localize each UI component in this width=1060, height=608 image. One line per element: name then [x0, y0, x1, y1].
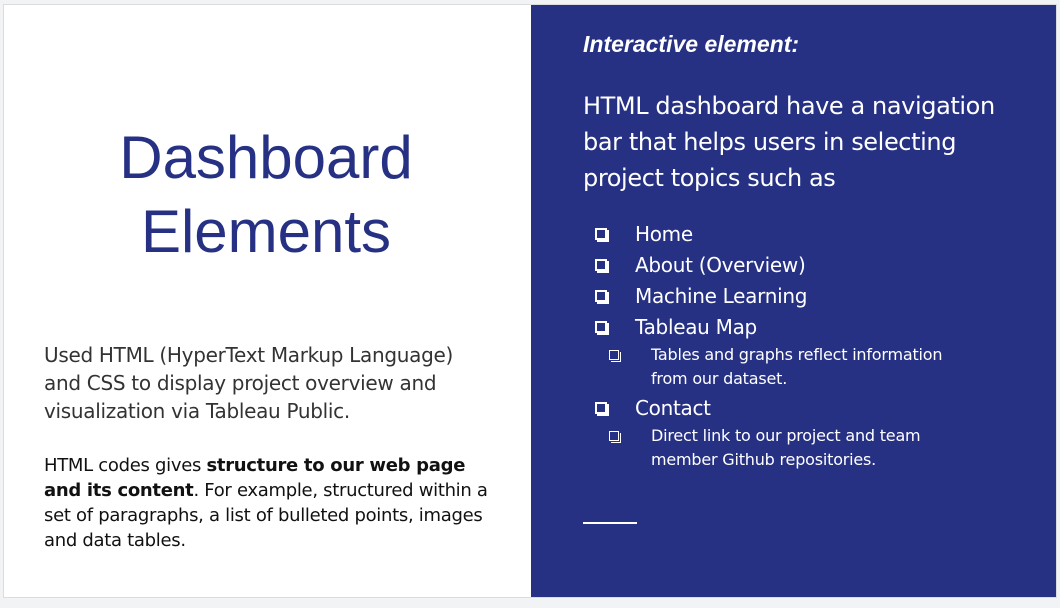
right-panel: Interactive element: HTML dashboard have… [531, 5, 1056, 597]
html-structure-paragraph: HTML codes gives structure to our web pa… [44, 453, 494, 553]
list-item-home: Home [591, 219, 1031, 250]
tableau-map-sub-list: Tables and graphs reflect information fr… [591, 343, 1031, 391]
slide: Dashboard Elements Used HTML (HyperText … [3, 4, 1057, 598]
slide-title: Dashboard Elements [44, 121, 488, 269]
box-bullet-icon [595, 402, 609, 416]
list-item-contact: Contact [591, 393, 1031, 424]
navigation-topic-list: Home About (Overview) Machine Learning T… [591, 219, 1031, 474]
sub-list-item-tableau-map: Tables and graphs reflect information fr… [599, 343, 951, 391]
description-paragraph: Used HTML (HyperText Markup Language) an… [44, 343, 453, 423]
list-item-label: About (Overview) [635, 253, 806, 277]
box-bullet-icon [609, 431, 621, 443]
sub-list-wrapper: Tables and graphs reflect information fr… [591, 343, 1031, 391]
list-item-label: Home [635, 222, 693, 246]
list-item-tableau-map: Tableau Map [591, 312, 1031, 343]
list-item-machine-learning: Machine Learning [591, 281, 1031, 312]
sub-list-item-contact: Direct link to our project and team memb… [599, 424, 951, 472]
box-bullet-icon [595, 228, 609, 242]
list-item-label: Machine Learning [635, 284, 808, 308]
interactive-heading: Interactive element: [583, 31, 800, 57]
slide-title-line-2: Elements [140, 198, 392, 265]
left-panel: Dashboard Elements Used HTML (HyperText … [4, 5, 531, 597]
list-item-label: Contact [635, 396, 711, 420]
box-bullet-icon [595, 259, 609, 273]
box-bullet-icon [595, 321, 609, 335]
sub-list-wrapper: Direct link to our project and team memb… [591, 424, 1031, 472]
slide-title-line-1: Dashboard [119, 124, 413, 191]
box-bullet-icon [609, 350, 621, 362]
contact-sub-list: Direct link to our project and team memb… [591, 424, 1031, 472]
navigation-intro: HTML dashboard have a navigation bar tha… [583, 92, 995, 192]
list-item-about: About (Overview) [591, 250, 1031, 281]
box-bullet-icon [595, 290, 609, 304]
sub-list-item-text: Direct link to our project and team memb… [651, 426, 921, 469]
sub-list-item-text: Tables and graphs reflect information fr… [651, 345, 943, 388]
list-item-label: Tableau Map [635, 315, 757, 339]
html-structure-prefix: HTML codes gives [44, 455, 207, 476]
accent-divider [583, 522, 637, 524]
